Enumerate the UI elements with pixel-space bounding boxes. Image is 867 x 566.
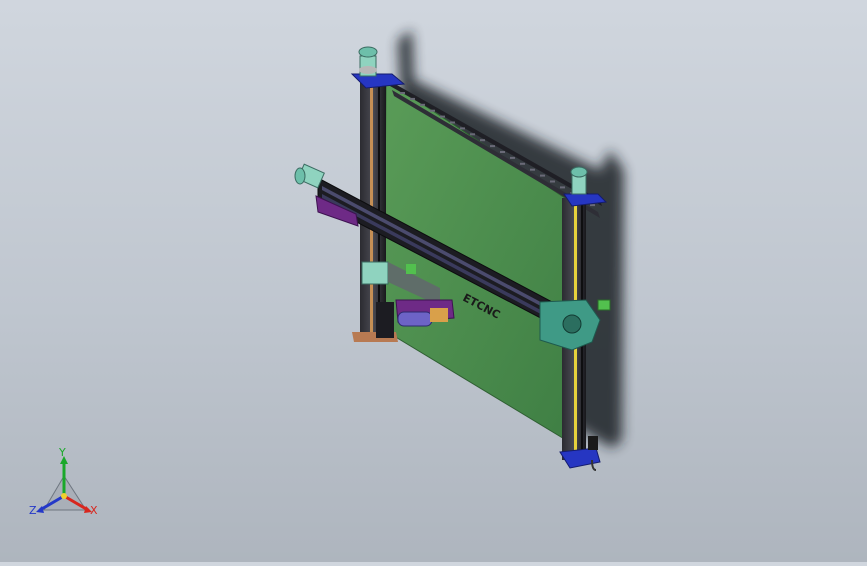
cad-viewport[interactable]: ETCNC Y X Z xyxy=(0,0,867,562)
triad-x-label: X xyxy=(90,504,98,517)
frame-slot xyxy=(480,139,485,142)
frame-slot xyxy=(510,156,515,159)
triad-y-label: Y xyxy=(58,446,66,459)
frame-slot xyxy=(400,92,405,94)
frame-slot xyxy=(410,97,415,100)
frame-slot xyxy=(530,168,535,171)
frame-slot xyxy=(420,103,425,106)
cnc-model-view: ETCNC Y X Z xyxy=(29,30,624,517)
frame-slot xyxy=(560,186,565,189)
left-top-motor xyxy=(350,46,406,89)
frame-slot xyxy=(590,204,595,207)
frame-slot xyxy=(470,133,475,136)
frame-slot xyxy=(440,115,445,118)
frame-slot xyxy=(430,109,435,112)
frame-slot xyxy=(520,162,525,165)
frame-slot xyxy=(450,121,455,124)
frame-slot xyxy=(490,145,495,148)
frame-slot xyxy=(540,174,545,177)
frame-slot xyxy=(460,127,465,130)
triad-z-label: Z xyxy=(29,504,37,517)
view-triad[interactable]: Y X Z xyxy=(29,446,98,517)
frame-slot xyxy=(500,151,505,153)
frame-slot xyxy=(550,180,555,183)
